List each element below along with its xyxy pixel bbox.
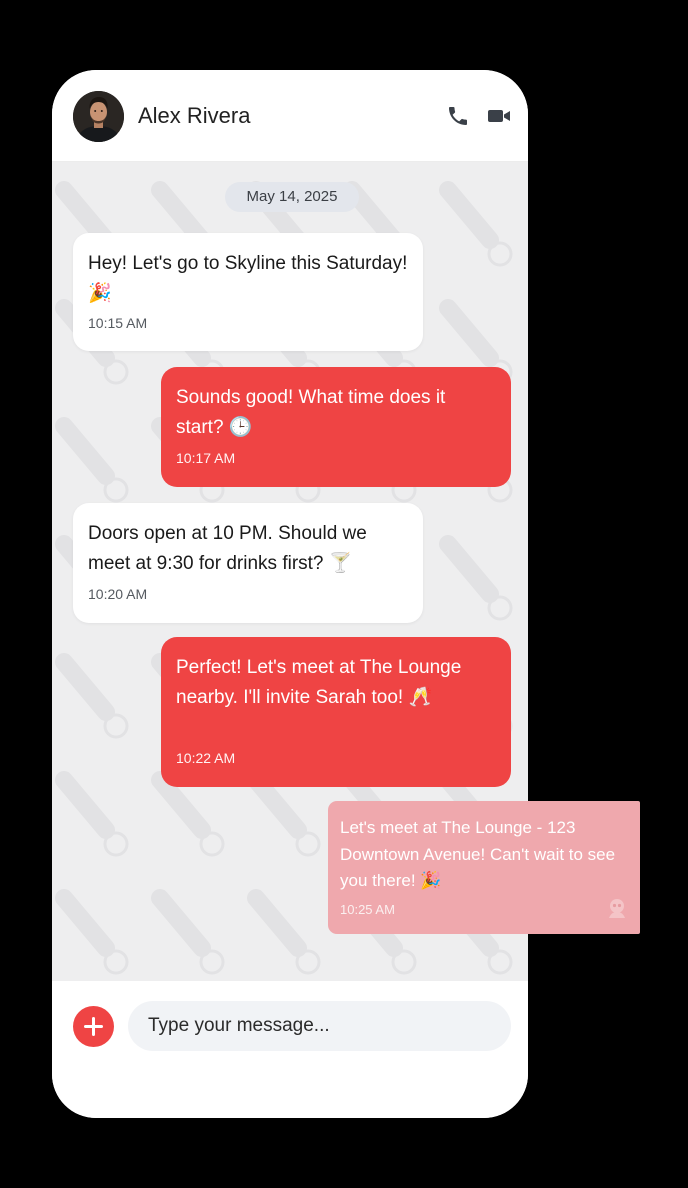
floating-message-bubble[interactable]: Let's meet at The Lounge - 123 Downtown …: [328, 801, 640, 934]
phone-frame: Alex Rivera May 14, 2025 Hey! Let's go t…: [52, 70, 528, 1118]
date-divider: May 14, 2025: [225, 182, 359, 212]
message-time: 10:25 AM: [340, 902, 395, 917]
message-bubble-incoming[interactable]: Hey! Let's go to Skyline this Saturday! …: [73, 233, 423, 351]
message-text: Perfect! Let's meet at The Lounge nearby…: [176, 657, 462, 708]
message-text: Let's meet at The Lounge - 123 Downtown …: [340, 818, 616, 890]
app-stage: Alex Rivera May 14, 2025 Hey! Let's go t…: [0, 0, 688, 1188]
sender-avatar-icon: [603, 894, 631, 922]
contact-name: Alex Rivera: [138, 103, 251, 128]
avatar-portrait: [73, 91, 124, 142]
video-camera-icon[interactable]: [487, 104, 511, 128]
message-bubble-incoming[interactable]: Doors open at 10 PM. Should we meet at 9…: [73, 503, 423, 623]
avatar[interactable]: [73, 91, 124, 142]
message-text: Sounds good! What time does it start? 🕒: [176, 387, 446, 438]
message-composer: [52, 981, 528, 1118]
message-time: 10:22 AM: [176, 750, 236, 766]
phone-icon[interactable]: [446, 104, 470, 128]
message-time: 10:20 AM: [88, 586, 148, 602]
chat-header: Alex Rivera: [52, 70, 528, 162]
message-time: 10:17 AM: [176, 450, 236, 466]
message-time: 10:15 AM: [88, 315, 148, 331]
plus-icon: [84, 1017, 103, 1036]
message-bubble-outgoing[interactable]: Perfect! Let's meet at The Lounge nearby…: [161, 637, 511, 787]
message-text: Hey! Let's go to Skyline this Saturday! …: [88, 253, 408, 304]
message-input[interactable]: [128, 1001, 511, 1051]
message-text: Doors open at 10 PM. Should we meet at 9…: [88, 523, 367, 574]
add-attachment-button[interactable]: [73, 1006, 114, 1047]
message-bubble-outgoing[interactable]: Sounds good! What time does it start? 🕒 …: [161, 367, 511, 487]
